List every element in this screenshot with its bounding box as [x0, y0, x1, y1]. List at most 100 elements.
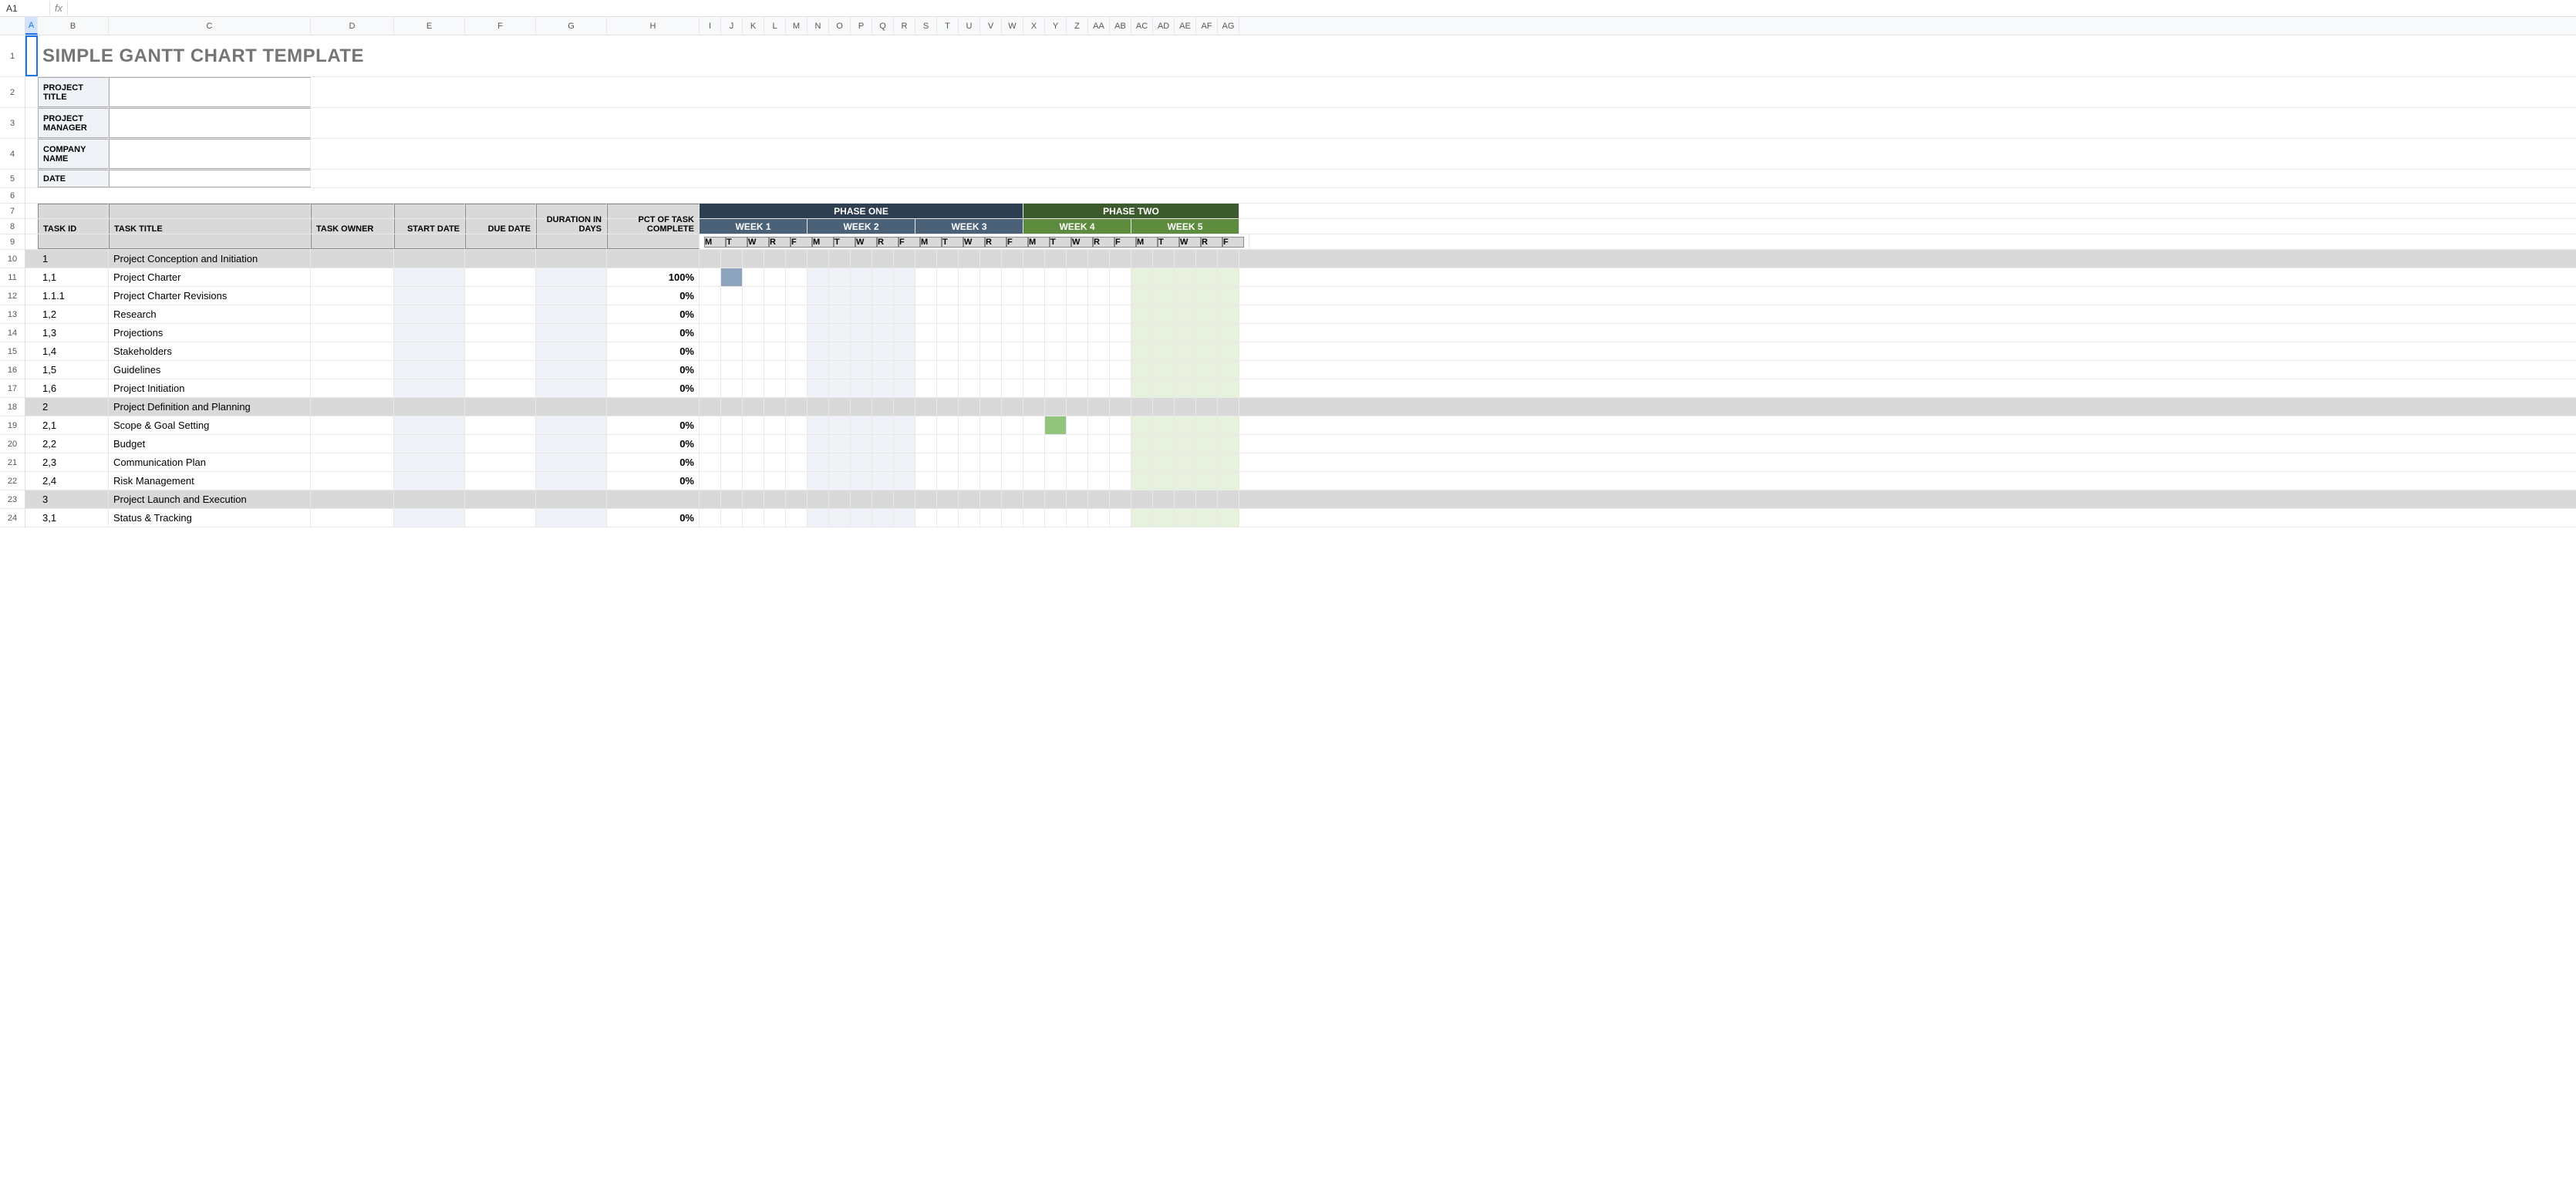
- gantt-day-cell[interactable]: [937, 490, 959, 508]
- gantt-day-cell[interactable]: [829, 305, 851, 323]
- column-header[interactable]: X: [1023, 17, 1045, 35]
- row-number[interactable]: 13: [0, 305, 25, 324]
- gantt-day-cell[interactable]: [980, 342, 1002, 360]
- column-header[interactable]: R: [894, 17, 915, 35]
- column-header[interactable]: W: [1002, 17, 1023, 35]
- due-date-cell[interactable]: [465, 490, 536, 508]
- gantt-day-cell[interactable]: [1218, 453, 1239, 471]
- gantt-day-cell[interactable]: [764, 472, 786, 490]
- day-header[interactable]: R: [769, 237, 791, 248]
- gantt-day-cell[interactable]: [1110, 361, 1131, 379]
- gantt-day-cell[interactable]: [829, 509, 851, 527]
- gantt-day-cell[interactable]: [808, 416, 829, 434]
- task-id-header[interactable]: TASK ID: [38, 219, 109, 234]
- duration-cell[interactable]: [536, 472, 607, 490]
- day-header[interactable]: F: [1222, 237, 1244, 248]
- gantt-day-cell[interactable]: [1153, 398, 1175, 416]
- gantt-day-cell[interactable]: [1023, 250, 1045, 268]
- due-date-cell[interactable]: [465, 379, 536, 397]
- gantt-day-cell[interactable]: [1023, 435, 1045, 453]
- gantt-day-cell[interactable]: [1002, 268, 1023, 286]
- gantt-day-cell[interactable]: [808, 268, 829, 286]
- row-number[interactable]: 7: [0, 204, 25, 219]
- gantt-day-cell[interactable]: [1067, 379, 1088, 397]
- duration-cell[interactable]: [536, 379, 607, 397]
- gantt-day-cell[interactable]: [872, 379, 894, 397]
- gantt-day-cell[interactable]: [1110, 435, 1131, 453]
- cell[interactable]: [25, 108, 38, 138]
- day-header[interactable]: M: [704, 237, 726, 248]
- formula-bar[interactable]: A1 fx: [0, 0, 2576, 17]
- gantt-day-cell[interactable]: [1045, 305, 1067, 323]
- gantt-day-cell[interactable]: [959, 342, 980, 360]
- gantt-day-cell[interactable]: [915, 379, 937, 397]
- gantt-day-cell[interactable]: [1218, 342, 1239, 360]
- cell[interactable]: [25, 234, 38, 249]
- task-id-cell[interactable]: 1,4: [38, 342, 109, 360]
- row-number[interactable]: 15: [0, 342, 25, 361]
- cell[interactable]: [607, 234, 700, 249]
- day-header[interactable]: T: [726, 237, 747, 248]
- cell[interactable]: [465, 234, 536, 249]
- gantt-day-cell[interactable]: [1131, 305, 1153, 323]
- column-header[interactable]: AE: [1175, 17, 1196, 35]
- gantt-day-cell[interactable]: [1153, 379, 1175, 397]
- gantt-day-cell[interactable]: [829, 435, 851, 453]
- gantt-day-cell[interactable]: [1110, 268, 1131, 286]
- day-header[interactable]: T: [1050, 237, 1071, 248]
- pct-cell[interactable]: [607, 398, 700, 416]
- gantt-day-cell[interactable]: [1088, 287, 1110, 305]
- duration-cell[interactable]: [536, 453, 607, 471]
- project-manager-input[interactable]: [109, 108, 311, 138]
- gantt-day-cell[interactable]: [1088, 435, 1110, 453]
- gantt-day-cell[interactable]: [1110, 324, 1131, 342]
- task-id-cell[interactable]: 1,3: [38, 324, 109, 342]
- gantt-day-cell[interactable]: [786, 324, 808, 342]
- day-header[interactable]: F: [1114, 237, 1136, 248]
- cell[interactable]: [38, 204, 109, 218]
- task-owner-cell[interactable]: [311, 435, 394, 453]
- gantt-day-cell[interactable]: [764, 305, 786, 323]
- task-row[interactable]: 2,4Risk Management0%: [25, 472, 2576, 490]
- column-header[interactable]: A: [25, 17, 38, 35]
- gantt-day-cell[interactable]: [1131, 509, 1153, 527]
- cell[interactable]: [25, 139, 38, 169]
- gantt-day-cell[interactable]: [786, 453, 808, 471]
- gantt-day-cell[interactable]: [851, 453, 872, 471]
- task-row[interactable]: 1,1Project Charter100%: [25, 268, 2576, 287]
- column-header[interactable]: H: [607, 17, 700, 35]
- gantt-day-cell[interactable]: [786, 305, 808, 323]
- gantt-day-cell[interactable]: [700, 490, 721, 508]
- gantt-day-cell[interactable]: [1153, 416, 1175, 434]
- gantt-day-cell[interactable]: [1045, 490, 1067, 508]
- gantt-day-cell[interactable]: [959, 453, 980, 471]
- column-header[interactable]: D: [311, 17, 394, 35]
- gantt-day-cell[interactable]: [980, 361, 1002, 379]
- gantt-day-cell[interactable]: [894, 398, 915, 416]
- column-header[interactable]: J: [721, 17, 743, 35]
- row-number[interactable]: 8: [0, 219, 25, 234]
- task-id-cell[interactable]: 2,3: [38, 453, 109, 471]
- gantt-day-cell[interactable]: [1002, 435, 1023, 453]
- column-header[interactable]: C: [109, 17, 311, 35]
- gantt-day-cell[interactable]: [829, 250, 851, 268]
- gantt-day-cell[interactable]: [721, 250, 743, 268]
- gantt-day-cell[interactable]: [937, 287, 959, 305]
- task-title-header[interactable]: TASK TITLE: [109, 219, 311, 234]
- column-header[interactable]: E: [394, 17, 465, 35]
- gantt-day-cell[interactable]: [1023, 268, 1045, 286]
- column-header[interactable]: AG: [1218, 17, 1239, 35]
- gantt-day-cell[interactable]: [959, 472, 980, 490]
- gantt-day-cell[interactable]: [700, 268, 721, 286]
- gantt-day-cell[interactable]: [721, 305, 743, 323]
- gantt-day-cell[interactable]: [829, 268, 851, 286]
- cell[interactable]: [25, 509, 38, 527]
- gantt-day-cell[interactable]: [1218, 435, 1239, 453]
- gantt-day-cell[interactable]: [1023, 509, 1045, 527]
- gantt-day-cell[interactable]: [1131, 287, 1153, 305]
- gantt-day-cell[interactable]: [1153, 472, 1175, 490]
- gantt-day-cell[interactable]: [915, 472, 937, 490]
- gantt-day-cell[interactable]: [1067, 250, 1088, 268]
- start-date-cell[interactable]: [394, 361, 465, 379]
- gantt-day-cell[interactable]: [915, 324, 937, 342]
